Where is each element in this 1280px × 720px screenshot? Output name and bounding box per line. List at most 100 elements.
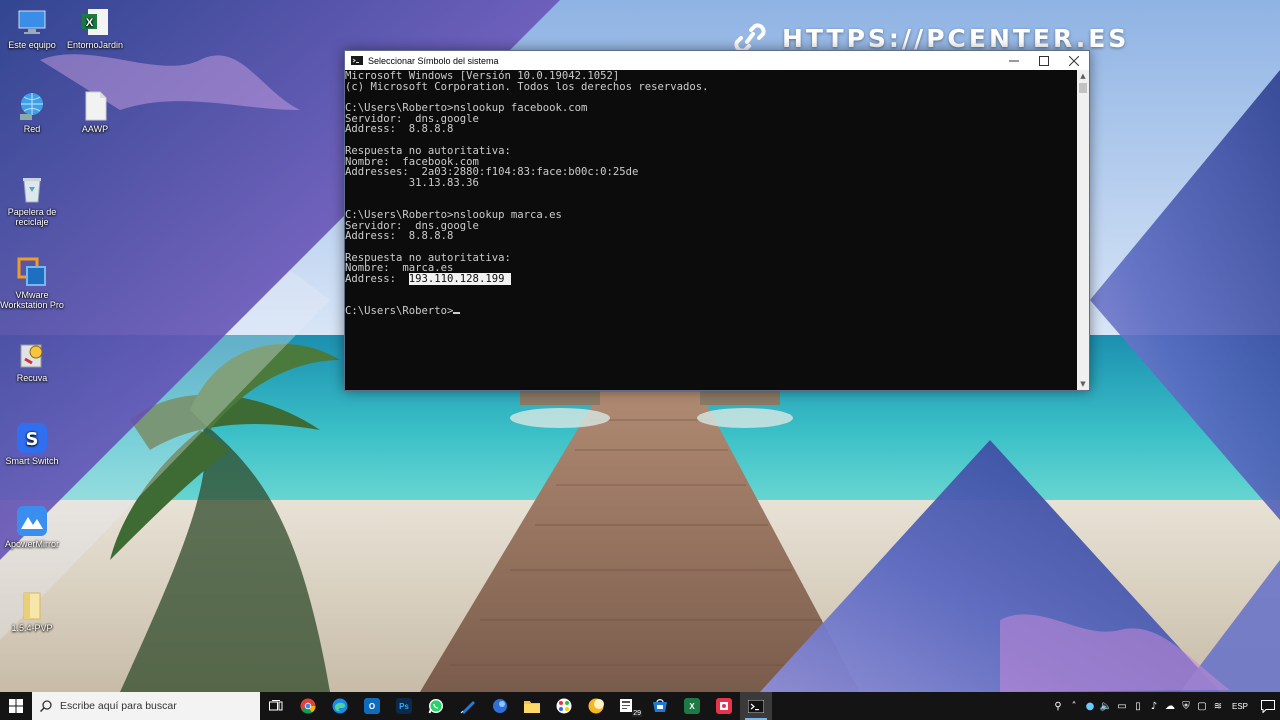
desktop-icon-1-5-4-pvp[interactable]: 1.5.4-PVP <box>0 589 64 633</box>
desktop-icon-aawp[interactable]: AAWP <box>63 90 127 134</box>
search-input[interactable] <box>58 699 252 713</box>
volume-button[interactable]: 🔈 <box>1098 692 1114 720</box>
desktop-icon-red[interactable]: Red <box>0 90 64 134</box>
selected-ip-address[interactable]: 193.110.128.199 <box>408 273 511 286</box>
file-explorer-button[interactable] <box>516 692 548 720</box>
input-language[interactable]: ESP <box>1226 702 1256 711</box>
whatsapp-icon <box>428 699 443 714</box>
desktop-icon-smart-switch[interactable]: S Smart Switch <box>0 422 64 466</box>
console-line: Respuesta no autoritativa: <box>345 144 511 157</box>
microphone-icon: ♪ <box>1150 700 1158 712</box>
volume-icon: 🔈 <box>1099 700 1113 712</box>
action-center-button[interactable] <box>1256 692 1280 720</box>
windows-logo-icon <box>9 699 23 713</box>
tray-app-button[interactable]: ● <box>1082 692 1098 720</box>
media-icon <box>716 698 732 714</box>
desktop-icon-entornojardin[interactable]: X EntornoJardin <box>63 6 127 50</box>
shield-icon: ⛨ <box>1182 700 1190 712</box>
svg-text:X: X <box>86 17 94 29</box>
tray-app-icon: ● <box>1085 700 1095 712</box>
folder-icon <box>524 701 540 713</box>
whatsapp-button[interactable] <box>420 692 452 720</box>
minimize-icon <box>1009 60 1019 61</box>
scroll-thumb[interactable] <box>1079 83 1087 93</box>
media-button[interactable] <box>708 692 740 720</box>
outlook-button[interactable]: O <box>356 692 388 720</box>
network-tray-button[interactable]: ▭ <box>1114 692 1130 720</box>
desktop-icon-papelera[interactable]: Papelera de reciclaje <box>0 173 64 227</box>
console-line: (c) Microsoft Corporation. Todos los der… <box>345 80 709 93</box>
chrome-button[interactable] <box>292 692 324 720</box>
taskbar-search-box[interactable] <box>32 692 260 720</box>
cmd-button[interactable] <box>740 692 772 720</box>
network-icon <box>20 93 43 120</box>
browser-button[interactable] <box>484 692 516 720</box>
excel-button[interactable]: X <box>676 692 708 720</box>
window-title: Seleccionar Símbolo del sistema <box>368 55 499 66</box>
moon-icon <box>588 698 604 714</box>
desktop-icon-recuva[interactable]: Recuva <box>0 339 64 383</box>
paint-button[interactable] <box>548 692 580 720</box>
desktop-icon-label: AAWP <box>81 124 109 134</box>
photoshop-icon: Ps <box>396 698 412 714</box>
display-button[interactable]: ▢ <box>1194 692 1210 720</box>
console-line: 31.13.83.36 <box>345 176 479 189</box>
calendar-button[interactable]: 29 <box>612 692 644 720</box>
taskbar: O Ps 29 X ⚲ ˄ ● 🔈 ▭ ▯ ♪ <box>0 692 1280 720</box>
file-icon <box>85 91 107 121</box>
security-button[interactable]: ⛨ <box>1178 692 1194 720</box>
command-prompt: C:\Users\Roberto> <box>345 305 454 318</box>
console-line: Address: 8.8.8.8 <box>345 123 454 136</box>
edge-button[interactable] <box>324 692 356 720</box>
close-button[interactable] <box>1059 51 1089 70</box>
notification-icon <box>1261 699 1275 713</box>
cloud-icon: ☁ <box>1164 700 1175 712</box>
display-icon: ▢ <box>1197 700 1207 712</box>
desktop-icon-label: EntornoJardin <box>66 40 124 50</box>
desktop-icon-label: Recuva <box>16 373 48 383</box>
edge-icon <box>332 698 348 714</box>
close-icon <box>1069 55 1079 66</box>
maximize-button[interactable] <box>1029 51 1059 70</box>
window-titlebar[interactable]: Seleccionar Símbolo del sistema <box>345 51 1089 70</box>
outlook-icon: O <box>364 698 380 714</box>
cmd-icon <box>748 699 764 713</box>
pen-app-button[interactable] <box>452 692 484 720</box>
console-line: Servidor: dns.google <box>345 112 479 125</box>
microphone-button[interactable]: ♪ <box>1146 692 1162 720</box>
network-icon: ▭ <box>1117 700 1127 712</box>
wifi-button[interactable]: ≋ <box>1210 692 1226 720</box>
console-prompt-line[interactable]: C:\Users\Roberto> <box>345 306 1077 317</box>
globe-icon <box>493 699 507 713</box>
desktop-icon-apowermirror[interactable]: ApowerMirror <box>0 505 64 549</box>
app-button[interactable] <box>580 692 612 720</box>
photoshop-button[interactable]: Ps <box>388 692 420 720</box>
palette-icon <box>556 698 572 714</box>
pen-icon <box>460 701 475 714</box>
people-icon: ⚲ <box>1054 700 1062 712</box>
task-view-icon <box>269 700 283 711</box>
desktop-icon-vmware[interactable]: VMware Workstation Pro <box>0 256 64 310</box>
minimize-button[interactable] <box>999 51 1029 70</box>
chevron-up-icon: ˄ <box>1071 700 1077 712</box>
command-prompt-window[interactable]: Seleccionar Símbolo del sistema Microsof… <box>344 50 1090 391</box>
cloud-button[interactable]: ☁ <box>1162 692 1178 720</box>
desktop-icon-este-equipo[interactable]: Este equipo <box>0 6 64 50</box>
console-output[interactable]: Microsoft Windows [Versión 10.0.19042.10… <box>345 70 1077 390</box>
battery-button[interactable]: ▯ <box>1130 692 1146 720</box>
desktop-icon-label: Red <box>23 124 41 134</box>
console-line: Address: 8.8.8.8 <box>345 230 454 243</box>
recycle-bin-icon <box>23 178 41 203</box>
people-tray-button[interactable]: ⚲ <box>1050 692 1066 720</box>
scroll-up-button[interactable]: ▲ <box>1077 70 1089 82</box>
apowermirror-icon <box>17 506 47 536</box>
scroll-down-button[interactable]: ▼ <box>1077 378 1089 390</box>
vertical-scrollbar[interactable]: ▲ ▼ <box>1077 70 1089 390</box>
start-button[interactable] <box>0 692 32 720</box>
console-line: Servidor: dns.google <box>345 219 479 232</box>
store-button[interactable] <box>644 692 676 720</box>
task-view-button[interactable] <box>260 692 292 720</box>
system-tray: ⚲ ˄ ● 🔈 ▭ ▯ ♪ ☁ ⛨ ▢ ≋ ESP <box>1050 692 1280 720</box>
show-hidden-icons-button[interactable]: ˄ <box>1066 692 1082 720</box>
